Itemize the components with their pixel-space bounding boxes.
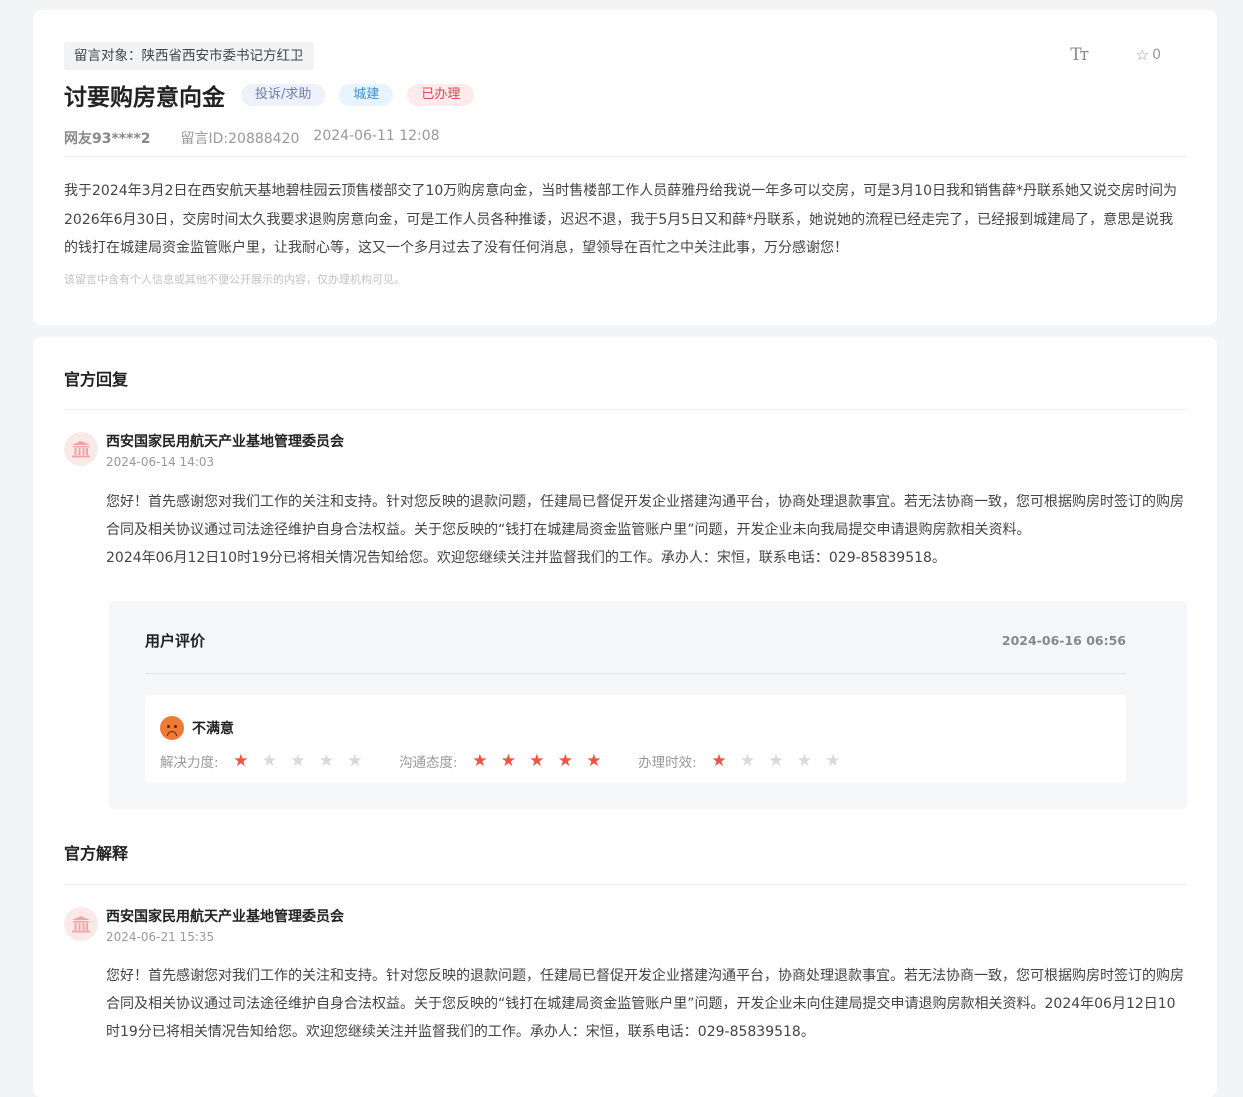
government-building-icon bbox=[64, 432, 98, 466]
reply-org: 西安国家民用航天产业基地管理委员会 2024-06-14 14:03 bbox=[64, 432, 344, 471]
reply-org-name: 西安国家民用航天产业基地管理委员会 bbox=[106, 434, 344, 450]
divider bbox=[64, 156, 1187, 157]
title-row: 讨要购房意向金 投诉/求助 城建 已办理 bbox=[64, 78, 475, 112]
user-evaluation: 用户评价 2024-06-16 06:56 不满意 解决力度: ★ ★ ★ ★ ★ 沟通态度… bbox=[109, 601, 1187, 809]
explanation-org-name: 西安国家民用航天产业基地管理委员会 bbox=[106, 909, 344, 925]
evaluation-title: 用户评价 bbox=[145, 632, 206, 650]
message-meta: 网友93****2 留言ID:20888420 2024-06-11 12:08 bbox=[64, 128, 440, 148]
star-filled-icon: ★ bbox=[233, 751, 249, 771]
star-empty-icon: ★ bbox=[290, 751, 306, 771]
star-outline-icon: ☆ bbox=[1135, 46, 1150, 64]
explanation-org: 西安国家民用航天产业基地管理委员会 2024-06-21 15:35 bbox=[64, 907, 344, 946]
star-rating: ★ ★ ★ ★ ★ bbox=[227, 751, 370, 771]
rating-label: 解决力度: bbox=[160, 755, 219, 771]
mood: 不满意 bbox=[160, 716, 234, 740]
star-rating: ★ ★ ★ ★ ★ bbox=[466, 751, 609, 771]
unhappy-face-icon bbox=[160, 716, 184, 740]
evaluation-datetime: 2024-06-16 06:56 bbox=[1001, 633, 1126, 648]
divider bbox=[64, 884, 1187, 885]
star-filled-icon: ★ bbox=[711, 751, 727, 771]
explanation-content: 您好！首先感谢您对我们工作的关注和支持。针对您反映的退款问题，任建局已督促开发企… bbox=[106, 968, 1184, 1040]
star-empty-icon: ★ bbox=[739, 751, 756, 771]
explanation-datetime: 2024-06-21 15:35 bbox=[106, 930, 215, 944]
star-filled-icon: ★ bbox=[472, 751, 488, 771]
favorite-count: 0 bbox=[1152, 47, 1161, 63]
rating-label: 办理时效: bbox=[638, 755, 697, 771]
star-empty-icon: ★ bbox=[261, 751, 277, 771]
star-rating: ★ ★ ★ ★ ★ bbox=[705, 751, 848, 771]
government-building-icon bbox=[64, 907, 98, 941]
privacy-notice: 该留言中含有个人信息或其他不便公开展示的内容，仅办理机构可见。 bbox=[64, 273, 405, 286]
reply-content: 您好！首先感谢您对我们工作的关注和支持。针对您反映的退款问题，任建局已督促开发企… bbox=[106, 488, 1187, 572]
star-empty-icon: ★ bbox=[318, 751, 334, 771]
official-explanation-title: 官方解释 bbox=[64, 844, 129, 863]
font-size-icon[interactable]: Tт bbox=[1064, 45, 1094, 65]
rating-group: 办理时效: ★ ★ ★ ★ ★ bbox=[638, 751, 847, 771]
divider bbox=[64, 409, 1187, 410]
status-badge: 已办理 bbox=[407, 84, 475, 106]
star-filled-icon: ★ bbox=[557, 751, 573, 771]
message-id: 留言ID:20888420 bbox=[180, 131, 300, 147]
message-title: 讨要购房意向金 bbox=[64, 85, 225, 111]
author-name: 网友93****2 bbox=[64, 131, 151, 147]
reply-paragraph: 您好！首先感谢您对我们工作的关注和支持。针对您反映的退款问题，任建局已督促开发企… bbox=[106, 494, 1184, 538]
divider bbox=[145, 673, 1126, 674]
message-toolbar: Tт ☆ 0 bbox=[1064, 45, 1161, 65]
ratings: 解决力度: ★ ★ ★ ★ ★ 沟通态度: ★ ★ ★ ★ ★ 办理时效: ★ ★ ★ ★ ★ bbox=[160, 751, 877, 771]
reply-paragraph: 2024年06月12日10时19分已将相关情况告知给您。欢迎您继续关注并监督我们… bbox=[106, 550, 946, 566]
star-empty-icon: ★ bbox=[825, 751, 841, 771]
star-filled-icon: ★ bbox=[500, 751, 516, 771]
star-filled-icon: ★ bbox=[529, 751, 545, 771]
message-content: 我于2024年3月2日在西安航天基地碧桂园云顶售楼部交了10万购房意向金，当时售… bbox=[64, 183, 1177, 256]
message-target-tag: 留言对象：陕西省西安市委书记方红卫 bbox=[64, 42, 314, 70]
message-card: 留言对象：陕西省西安市委书记方红卫 Tт ☆ 0 讨要购房意向金 投诉/求助 城… bbox=[33, 10, 1217, 325]
reply-datetime: 2024-06-14 14:03 bbox=[106, 455, 215, 469]
favorite-button[interactable]: ☆ 0 bbox=[1136, 46, 1161, 64]
star-empty-icon: ★ bbox=[796, 751, 813, 771]
mood-label: 不满意 bbox=[192, 721, 234, 737]
rating-label: 沟通态度: bbox=[399, 755, 458, 771]
star-empty-icon: ★ bbox=[347, 751, 363, 771]
message-datetime: 2024-06-11 12:08 bbox=[313, 128, 440, 144]
official-reply-title: 官方回复 bbox=[64, 370, 129, 389]
rating-group: 沟通态度: ★ ★ ★ ★ ★ bbox=[399, 751, 608, 771]
rating-group: 解决力度: ★ ★ ★ ★ ★ bbox=[160, 751, 369, 771]
star-empty-icon: ★ bbox=[768, 751, 784, 771]
evaluation-detail: 不满意 解决力度: ★ ★ ★ ★ ★ 沟通态度: ★ ★ ★ ★ ★ 办理时效: ★ ★ ★ ★ ★ bbox=[145, 695, 1126, 783]
star-filled-icon: ★ bbox=[586, 751, 602, 771]
category-badge: 城建 bbox=[339, 84, 394, 106]
reply-card: 官方回复 西安国家民用航天产业基地管理委员会 2024-06-14 14:03 … bbox=[33, 337, 1217, 1097]
type-badge: 投诉/求助 bbox=[241, 84, 326, 106]
